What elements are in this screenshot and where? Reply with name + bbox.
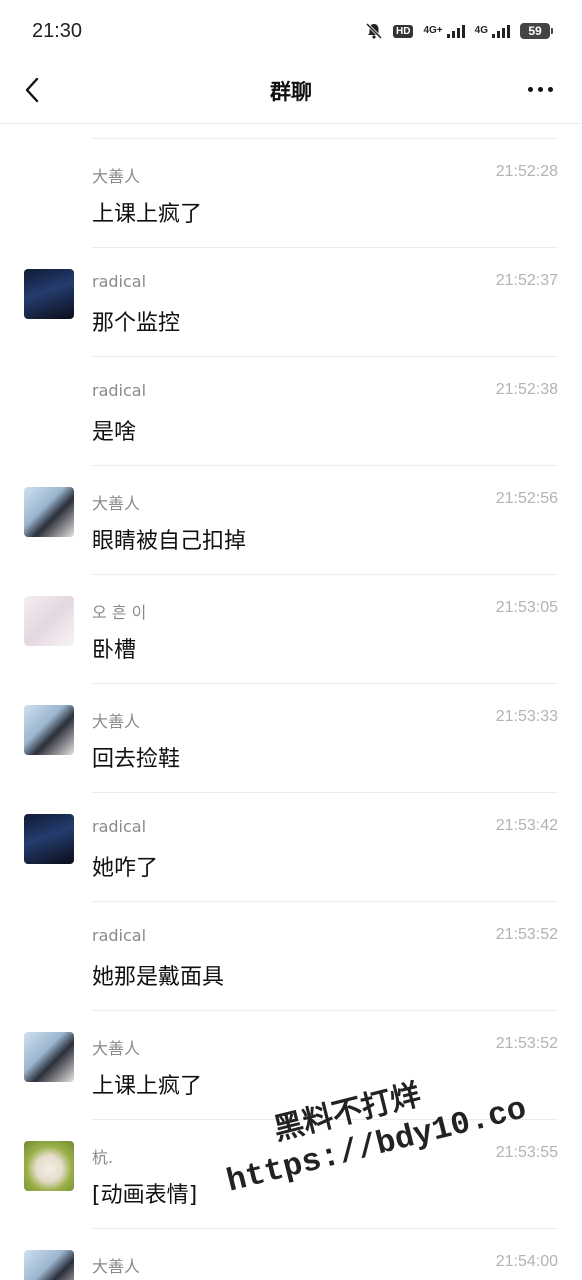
message-time: 21:53:52 — [495, 926, 558, 943]
message-text: 卧槽 — [92, 638, 137, 663]
status-time: 21:30 — [32, 19, 83, 42]
message-item[interactable]: radical 21:52:37 那个监控 — [0, 248, 582, 357]
message-time: 21:53:33 — [495, 708, 558, 725]
message-text: 上课上疯了 — [92, 1074, 203, 1099]
message-time: 21:54:00 — [495, 1253, 558, 1270]
avatar[interactable] — [24, 705, 74, 755]
sender-name: radical — [92, 272, 147, 291]
message-item[interactable]: 杭. 21:53:55 [动画表情] — [0, 1120, 582, 1229]
avatar[interactable] — [24, 269, 74, 319]
message-text: 那个监控 — [92, 311, 181, 336]
more-dot-icon — [537, 86, 543, 92]
sender-name: radical — [92, 817, 147, 836]
message-text: 上课上疯了 — [92, 202, 203, 227]
message-text: 回去捡鞋 — [92, 747, 181, 772]
sender-name: 大善人 — [92, 1039, 141, 1058]
sender-name: 杭. — [92, 1148, 114, 1167]
sender-name: 大善人 — [92, 167, 141, 186]
battery-icon: 59 — [520, 23, 553, 39]
message-text: [动画表情] — [92, 1183, 198, 1208]
message-time: 21:52:38 — [495, 381, 558, 398]
message-time: 21:52:28 — [495, 163, 558, 180]
message-time: 21:53:05 — [495, 599, 558, 616]
page-title: 群聊 — [270, 80, 312, 104]
message-item[interactable]: radical 21:53:52 她那是戴面具 — [0, 902, 582, 1011]
message-time: 21:53:42 — [495, 817, 558, 834]
mute-bell-icon — [365, 22, 383, 40]
message-item[interactable]: 大善人 21:54:00 — [0, 1229, 582, 1280]
message-time: 21:53:55 — [495, 1144, 558, 1161]
signal-4g-plus-icon: 4G+ — [423, 24, 465, 38]
sender-name: 오 흔 이 — [92, 603, 147, 622]
network-type-label: 4G+ — [423, 24, 443, 36]
navigation-bar: 群聊 — [0, 62, 582, 124]
more-dot-icon — [527, 86, 533, 92]
status-bar: 21:30 HD 4G+ 4G 59 — [0, 0, 582, 62]
sender-name: radical — [92, 381, 147, 400]
avatar[interactable] — [24, 1032, 74, 1082]
sender-name: radical — [92, 926, 147, 945]
avatar[interactable] — [24, 596, 74, 646]
avatar[interactable] — [24, 814, 74, 864]
message-time: 21:52:56 — [495, 490, 558, 507]
sender-name: 大善人 — [92, 712, 141, 731]
message-text: 她那是戴面具 — [92, 965, 225, 990]
message-list[interactable]: 大善人 21:52:28 上课上疯了 radical 21:52:37 那个监控… — [0, 124, 582, 1280]
message-item[interactable]: 大善人 21:52:56 眼睛被自己扣掉 — [0, 466, 582, 575]
message-item[interactable]: 大善人 21:53:52 上课上疯了 — [0, 1011, 582, 1120]
message-time: 21:52:37 — [495, 272, 558, 289]
sender-name: 大善人 — [92, 494, 141, 513]
status-icons: HD 4G+ 4G 59 — [365, 22, 553, 40]
avatar[interactable] — [24, 1141, 74, 1191]
sender-name: 大善人 — [92, 1257, 141, 1276]
message-item[interactable]: 大善人 21:52:28 上课上疯了 — [0, 139, 582, 248]
signal-4g-icon: 4G — [474, 24, 510, 38]
network-type-label-2: 4G — [474, 24, 488, 36]
hd-badge: HD — [393, 24, 414, 38]
message-time: 21:53:52 — [495, 1035, 558, 1052]
message-item[interactable]: 오 흔 이 21:53:05 卧槽 — [0, 575, 582, 684]
message-item[interactable]: radical 21:52:38 是啥 — [0, 357, 582, 466]
avatar[interactable] — [24, 487, 74, 537]
message-text: 是啥 — [92, 420, 137, 445]
message-item[interactable]: 大善人 21:53:33 回去捡鞋 — [0, 684, 582, 793]
message-text: 眼睛被自己扣掉 — [92, 529, 247, 554]
message-item[interactable]: radical 21:53:42 她咋了 — [0, 793, 582, 902]
message-text: 她咋了 — [92, 856, 159, 881]
more-options-button[interactable] — [520, 74, 560, 104]
avatar[interactable] — [24, 1250, 74, 1280]
more-dot-icon — [547, 86, 553, 92]
